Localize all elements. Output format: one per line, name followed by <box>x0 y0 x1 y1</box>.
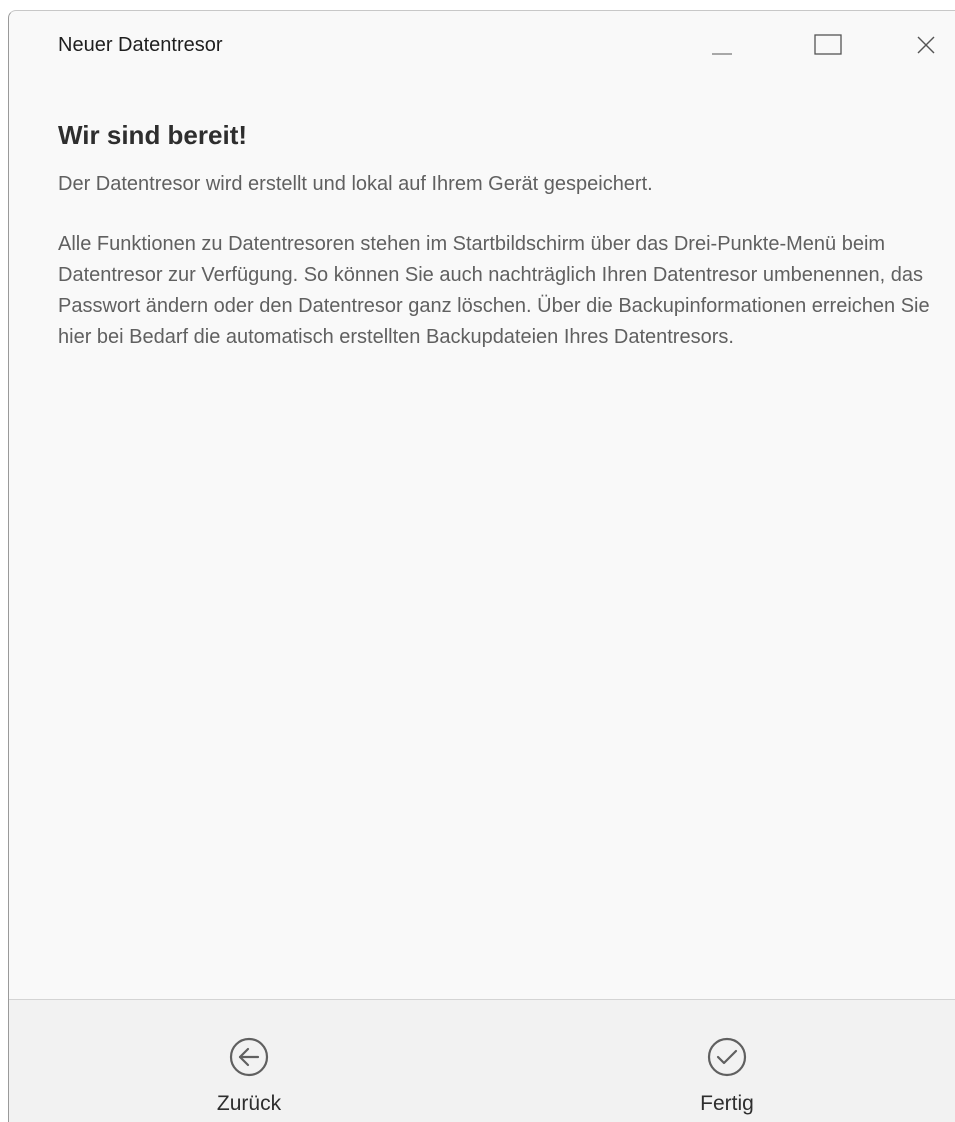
arrow-left-circle-icon <box>228 1036 270 1083</box>
info-paragraph-2: Alle Funktionen zu Datentresoren stehen … <box>58 233 930 348</box>
title-bar[interactable]: Neuer Datentresor <box>9 11 955 79</box>
done-button-label: Fertig <box>700 1092 754 1115</box>
dialog-window: Neuer Datentresor Wir sind bereit! Der D… <box>8 10 955 1122</box>
close-icon <box>916 35 936 55</box>
maximize-button[interactable] <box>805 25 851 65</box>
info-paragraph-1: Der Datentresor wird erstellt und lokal … <box>58 173 653 195</box>
check-circle-icon <box>706 1036 748 1083</box>
window-title: Neuer Datentresor <box>58 34 223 56</box>
close-button[interactable] <box>903 25 949 65</box>
footer-bar: Zurück Fertig <box>9 999 955 1122</box>
back-button[interactable]: Zurück <box>189 1036 309 1117</box>
back-button-label: Zurück <box>216 1092 282 1115</box>
maximize-icon <box>814 34 842 56</box>
minimize-icon <box>711 34 733 56</box>
page-heading: Wir sind bereit! <box>58 120 248 150</box>
minimize-button[interactable] <box>699 25 745 65</box>
main-content: Wir sind bereit! Der Datentresor wird er… <box>58 119 935 382</box>
done-button[interactable]: Fertig <box>667 1036 787 1117</box>
